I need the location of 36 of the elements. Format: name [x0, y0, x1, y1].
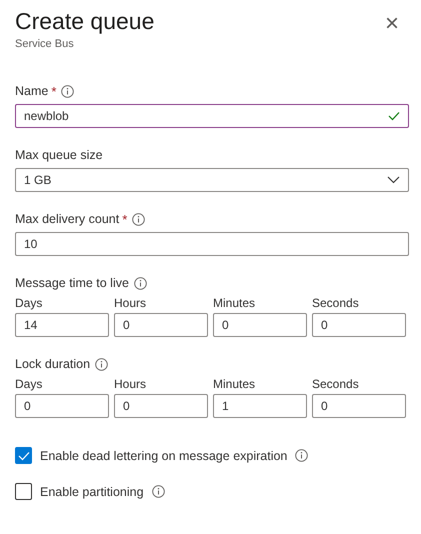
number-field[interactable]: 0 [114, 313, 208, 337]
number-field[interactable]: 0 [15, 394, 109, 418]
field-label: Max delivery count [15, 212, 120, 226]
unit-label: Hours [114, 377, 148, 393]
checkbox[interactable] [15, 483, 32, 500]
panel-title: Create queue [15, 7, 154, 36]
check-icon [18, 450, 30, 460]
required-mark: * [122, 212, 128, 226]
number-field[interactable]: 1 [213, 394, 307, 418]
text-field[interactable]: newblob [15, 104, 409, 128]
checkbox[interactable] [15, 447, 32, 464]
field-label: Name [15, 84, 48, 98]
close-button[interactable]: × [384, 12, 399, 36]
field-label: Lock duration [15, 357, 90, 371]
dropdown[interactable]: 1 GB [15, 168, 409, 192]
number-field[interactable]: 0 [114, 394, 208, 418]
unit-label: Seconds [312, 377, 360, 393]
unit-label: Days [15, 377, 44, 393]
unit-label: Days [15, 296, 44, 312]
checkbox-label: Enable dead lettering on message expiration [40, 448, 288, 462]
unit-label: Minutes [213, 296, 256, 312]
number-field[interactable]: 14 [15, 313, 109, 337]
unit-label: Hours [114, 296, 148, 312]
checkbox-label: Enable partitioning [40, 484, 144, 498]
field-label: Max queue size [15, 148, 103, 162]
text-field[interactable]: 10 [15, 232, 409, 256]
panel-subtitle: Service Bus [15, 38, 75, 50]
unit-label: Seconds [312, 296, 360, 312]
check-icon [388, 111, 400, 121]
unit-label: Minutes [213, 377, 256, 393]
number-field[interactable]: 0 [312, 394, 406, 418]
number-field[interactable]: 0 [213, 313, 307, 337]
number-field[interactable]: 0 [312, 313, 406, 337]
chevron-down-icon [387, 176, 400, 184]
required-mark: * [51, 84, 56, 98]
field-label: Message time to live [15, 276, 129, 290]
